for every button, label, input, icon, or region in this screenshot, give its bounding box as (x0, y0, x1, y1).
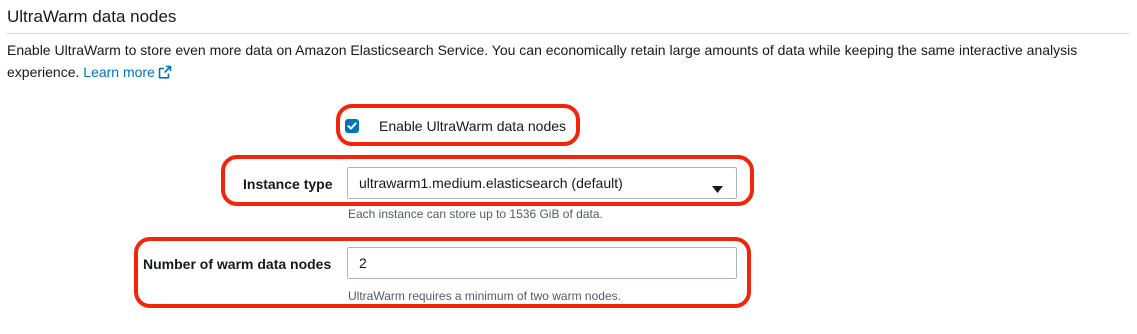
instance-type-label: Instance type (243, 176, 333, 192)
warm-nodes-hint: UltraWarm requires a minimum of two warm… (348, 289, 621, 303)
learn-more-label: Learn more (83, 64, 155, 80)
external-link-icon (158, 63, 172, 85)
section-divider (6, 33, 1130, 34)
instance-type-hint: Each instance can store up to 1536 GiB o… (348, 207, 603, 221)
warm-nodes-label: Number of warm data nodes (143, 256, 332, 272)
enable-ultrawarm-row[interactable]: Enable UltraWarm data nodes (345, 113, 566, 139)
section-title: UltraWarm data nodes (7, 7, 177, 26)
instance-type-select[interactable]: ultrawarm1.medium.elasticsearch (default… (347, 167, 737, 199)
enable-ultrawarm-label[interactable]: Enable UltraWarm data nodes (379, 118, 566, 134)
section-description: Enable UltraWarm to store even more data… (7, 39, 1117, 85)
instance-type-value: ultrawarm1.medium.elasticsearch (default… (359, 175, 623, 191)
enable-ultrawarm-checkbox[interactable] (345, 119, 359, 133)
caret-down-icon (712, 180, 723, 198)
learn-more-link[interactable]: Learn more (83, 64, 172, 80)
warm-nodes-input[interactable] (347, 247, 737, 279)
checkmark-icon (347, 122, 357, 130)
